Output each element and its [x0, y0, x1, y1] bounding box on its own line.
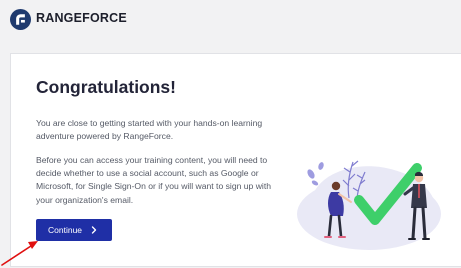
top-bar: RANGEFORCE — [0, 0, 461, 38]
card-title: Congratulations! — [36, 77, 176, 97]
continue-button-label: Continue — [48, 225, 83, 235]
chevron-right-icon — [91, 226, 97, 234]
continue-button[interactable]: Continue — [36, 219, 112, 241]
intro-paragraph: You are close to getting started with yo… — [36, 118, 263, 142]
red-pointer-arrow-icon — [1, 241, 38, 266]
instructions-paragraph: Before you can access your training cont… — [36, 155, 271, 205]
brand-name: RANGEFORCE — [36, 11, 127, 25]
welcome-card: Congratulations! You are close to gettin… — [10, 53, 461, 267]
page: RANGEFORCE Congratulations! You are clos… — [0, 0, 461, 268]
rangeforce-logo-icon[interactable] — [10, 9, 31, 30]
congratulations-illustration — [297, 160, 441, 250]
